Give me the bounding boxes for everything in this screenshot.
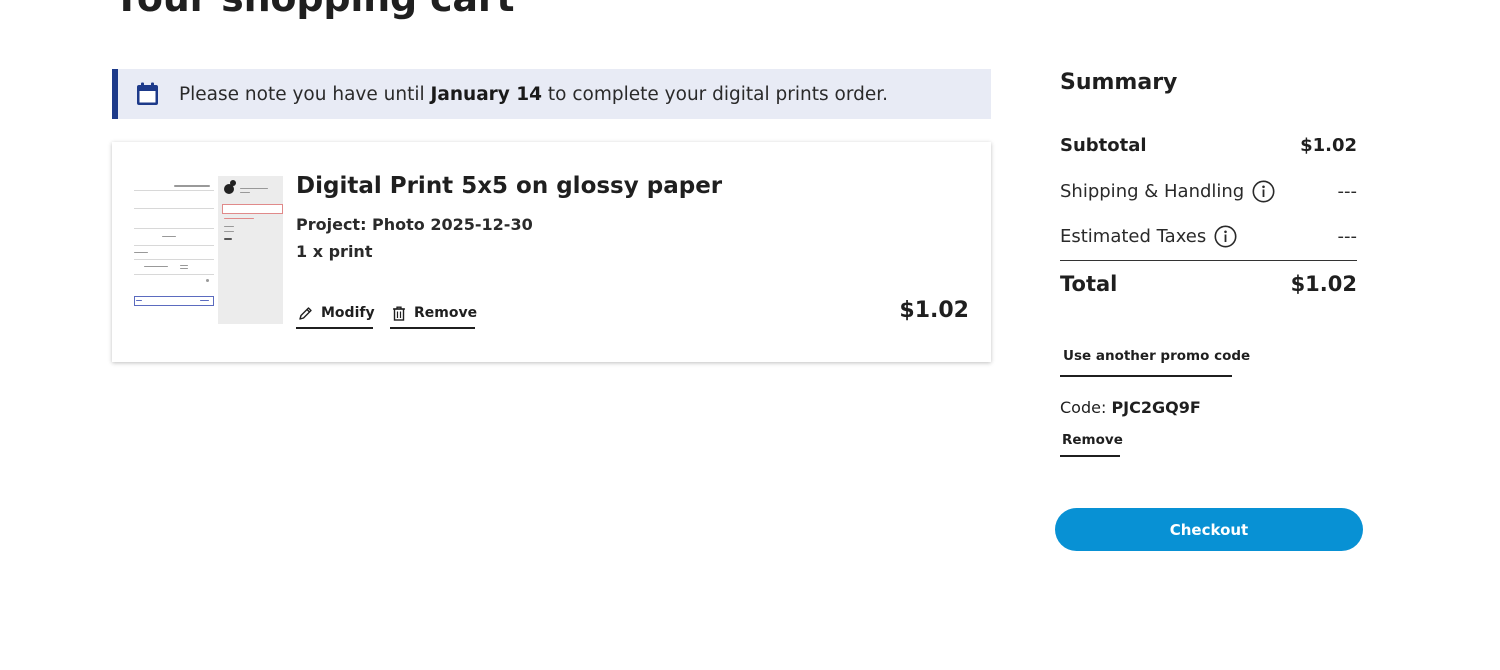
notice-date: January 14 [430, 83, 543, 105]
notice-prefix: Please note you have until [179, 83, 431, 105]
order-deadline-notice: Please note you have until January 14 to… [112, 69, 991, 119]
remove-item-label: Remove [414, 305, 478, 321]
shipping-row: Shipping & Handling --- [1060, 180, 1357, 203]
shipping-info-icon[interactable] [1252, 180, 1275, 203]
project-thumbnail[interactable] [130, 176, 283, 324]
summary-title: Summary [1060, 70, 1178, 95]
notice-suffix: to complete your digital prints order. [542, 83, 889, 105]
use-another-promo-code-link[interactable]: Use another promo code [1060, 345, 1250, 377]
item-price: $1.02 [899, 298, 969, 323]
total-row: Total $1.02 [1060, 272, 1357, 296]
shipping-label: Shipping & Handling [1060, 181, 1245, 202]
modify-button[interactable]: Modify [296, 303, 375, 329]
item-title[interactable]: Digital Print 5x5 on glossy paper [296, 173, 722, 199]
total-label: Total [1060, 272, 1118, 296]
remove-item-button[interactable]: Remove [390, 303, 478, 329]
page-title: Your shopping cart [113, 0, 515, 20]
notice-text: Please note you have until January 14 to… [179, 84, 888, 105]
taxes-row: Estimated Taxes --- [1060, 225, 1357, 248]
trash-icon [392, 306, 406, 321]
summary-divider [1060, 260, 1357, 261]
subtotal-row: Subtotal $1.02 [1060, 135, 1357, 156]
thumbnail-left-panel [130, 176, 218, 324]
cart-item: Digital Print 5x5 on glossy paper Projec… [112, 142, 991, 362]
pencil-icon [298, 306, 313, 321]
remove-promo-code-link[interactable]: Remove [1060, 432, 1123, 457]
checkout-button[interactable]: Checkout [1055, 508, 1363, 551]
thumbnail-right-panel [218, 176, 283, 324]
modify-label: Modify [321, 305, 375, 321]
subtotal-value: $1.02 [1300, 135, 1357, 156]
item-project: Project: Photo 2025-12-30 [296, 215, 533, 234]
subtotal-label: Subtotal [1060, 135, 1147, 156]
taxes-info-icon[interactable] [1214, 225, 1237, 248]
promo-code-value: PJC2GQ9F [1111, 398, 1201, 417]
calendar-icon [136, 82, 159, 106]
item-quantity: 1 x print [296, 242, 373, 261]
promo-code-label: Code: [1060, 398, 1112, 417]
taxes-label: Estimated Taxes [1060, 226, 1207, 247]
shipping-value: --- [1337, 181, 1358, 202]
promo-code-line: Code: PJC2GQ9F [1060, 398, 1201, 417]
taxes-value: --- [1337, 226, 1358, 247]
total-value: $1.02 [1290, 272, 1357, 296]
